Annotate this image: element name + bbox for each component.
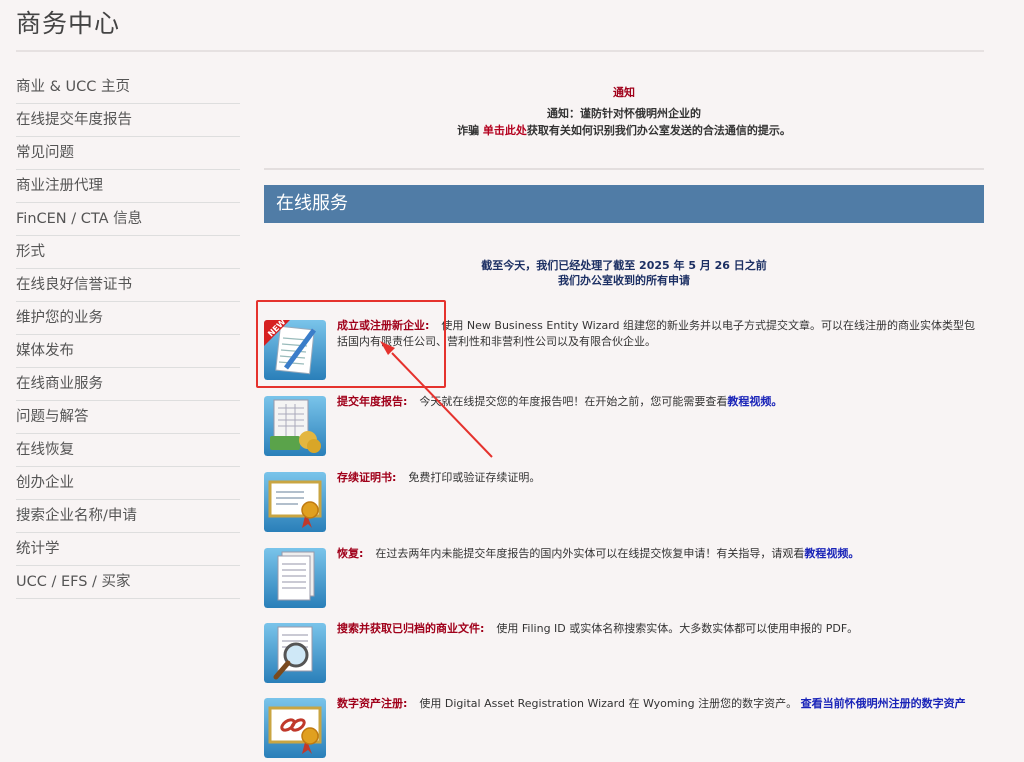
page-title: 商务中心 — [16, 9, 121, 38]
notice-suffix: 获取有关如何识别我们办公室发送的合法通信的提示。 — [526, 124, 791, 137]
service-item-new-business: NEW 成立或注册新企业: 使用 New Business Entity Wiza… — [264, 318, 984, 382]
sidebar-item-annual-report[interactable]: 在线提交年度报告 — [16, 104, 240, 137]
tutorial-video-link[interactable]: 教程视频。 — [804, 547, 859, 560]
service-item-annual-report: 提交年度报告: 今天就在线提交您的年度报告吧！在开始之前，您可能需要查看教程视频。 — [264, 394, 984, 458]
main-content: 通知 通知：谨防针对怀俄明州企业的 诈骗 单击此处获取有关如何识别我们办公室发送… — [264, 60, 984, 288]
sidebar-item-maintain-business[interactable]: 维护您的业务 — [16, 302, 240, 335]
sidebar-item-fincen-cta[interactable]: FinCEN / CTA 信息 — [16, 203, 240, 236]
service-item-search-documents: 搜索并获取已归档的商业文件: 使用 Filing ID 或实体名称搜索实体。大多数… — [264, 621, 984, 685]
sidebar-item-statistics[interactable]: 统计学 — [16, 533, 240, 566]
service-desc: 今天就在线提交您的年度报告吧！在开始之前，您可能需要查看 — [419, 395, 728, 408]
service-item-certificate: 存续证明书: 免费打印或验证存续证明。 — [264, 470, 984, 534]
tutorial-video-link[interactable]: 教程视频。 — [727, 395, 782, 408]
notice-click-here-link[interactable]: 单击此处 — [483, 124, 527, 137]
sidebar-item-search[interactable]: 搜索企业名称/申请 — [16, 500, 240, 533]
title-divider — [16, 50, 984, 52]
sidebar-nav: 商业 & UCC 主页 在线提交年度报告 常见问题 商业注册代理 FinCEN … — [16, 71, 240, 599]
service-item-digital-asset: 数字资产注册: 使用 Digital Asset Registration Wiz… — [264, 696, 984, 760]
service-item-reinstatement: 恢复: 在过去两年内未能提交年度报告的国内外实体可以在线提交恢复申请！有关指导，请… — [264, 546, 984, 610]
service-description: 搜索并获取已归档的商业文件: 使用 Filing ID 或实体名称搜索实体。大多数… — [337, 621, 984, 637]
sidebar-item-reinstatement[interactable]: 在线恢复 — [16, 434, 240, 467]
sidebar-item-online-services[interactable]: 在线商业服务 — [16, 368, 240, 401]
service-desc: 使用 Digital Asset Registration Wizard 在 W… — [419, 697, 798, 710]
service-description: 提交年度报告: 今天就在线提交您的年度报告吧！在开始之前，您可能需要查看教程视频。 — [337, 394, 984, 410]
notice-prefix: 诈骗 — [457, 124, 480, 137]
sidebar-item-faq[interactable]: 常见问题 — [16, 137, 240, 170]
service-description: 数字资产注册: 使用 Digital Asset Registration Wiz… — [337, 696, 984, 712]
certificate-icon[interactable] — [264, 472, 326, 532]
processed-line1: 截至今天，我们已经处理了截至 2025 年 5 月 26 日之前 — [481, 259, 767, 272]
sidebar-item-forms[interactable]: 形式 — [16, 236, 240, 269]
service-name-link[interactable]: 搜索并获取已归档的商业文件: — [337, 622, 484, 635]
new-document-icon[interactable]: NEW — [264, 320, 326, 380]
sidebar-item-media-release[interactable]: 媒体发布 — [16, 335, 240, 368]
service-description: 恢复: 在过去两年内未能提交年度报告的国内外实体可以在线提交恢复申请！有关指导，请… — [337, 546, 984, 562]
notice-line1: 通知：谨防针对怀俄明州企业的 — [547, 107, 701, 120]
service-desc: 免费打印或验证存续证明。 — [408, 471, 541, 484]
processed-notice: 截至今天，我们已经处理了截至 2025 年 5 月 26 日之前 我们办公室收到… — [264, 258, 984, 288]
service-name-link[interactable]: 提交年度报告: — [337, 395, 407, 408]
processed-line2: 我们办公室收到的所有申请 — [558, 274, 690, 287]
digital-asset-icon[interactable] — [264, 698, 326, 758]
search-documents-icon[interactable] — [264, 623, 326, 683]
service-name-link[interactable]: 存续证明书: — [337, 471, 396, 484]
service-desc: 使用 New Business Entity Wizard 组建您的新业务并以电… — [337, 319, 976, 348]
service-description: 成立或注册新企业: 使用 New Business Entity Wizard 组… — [337, 318, 984, 350]
sidebar-item-qa[interactable]: 问题与解答 — [16, 401, 240, 434]
main-divider — [264, 168, 984, 170]
service-description: 存续证明书: 免费打印或验证存续证明。 — [337, 470, 984, 486]
sidebar-item-ucc-efs[interactable]: UCC / EFS / 买家 — [16, 566, 240, 599]
notice-line2: 诈骗 单击此处获取有关如何识别我们办公室发送的合法通信的提示。 — [264, 122, 984, 139]
service-name-link[interactable]: 数字资产注册: — [337, 697, 407, 710]
service-name-link[interactable]: 恢复: — [337, 547, 363, 560]
service-name-link[interactable]: 成立或注册新企业: — [337, 319, 429, 332]
service-desc: 使用 Filing ID 或实体名称搜索实体。大多数实体都可以使用申报的 PDF… — [496, 622, 859, 635]
reinstatement-icon[interactable] — [264, 548, 326, 608]
online-services-header: 在线服务 — [264, 185, 984, 223]
sidebar-item-registered-agent[interactable]: 商业注册代理 — [16, 170, 240, 203]
digital-assets-list-link[interactable]: 查看当前怀俄明州注册的数字资产 — [801, 697, 966, 710]
sidebar-item-start-business[interactable]: 创办企业 — [16, 467, 240, 500]
notice-title: 通知 — [613, 86, 635, 99]
sidebar-item-business-ucc-home[interactable]: 商业 & UCC 主页 — [16, 71, 240, 104]
annual-report-icon[interactable] — [264, 396, 326, 456]
sidebar-item-good-standing[interactable]: 在线良好信誉证书 — [16, 269, 240, 302]
service-desc: 在过去两年内未能提交年度报告的国内外实体可以在线提交恢复申请！有关指导，请观看 — [375, 547, 805, 560]
notice-box: 通知 通知：谨防针对怀俄明州企业的 诈骗 单击此处获取有关如何识别我们办公室发送… — [264, 84, 984, 139]
